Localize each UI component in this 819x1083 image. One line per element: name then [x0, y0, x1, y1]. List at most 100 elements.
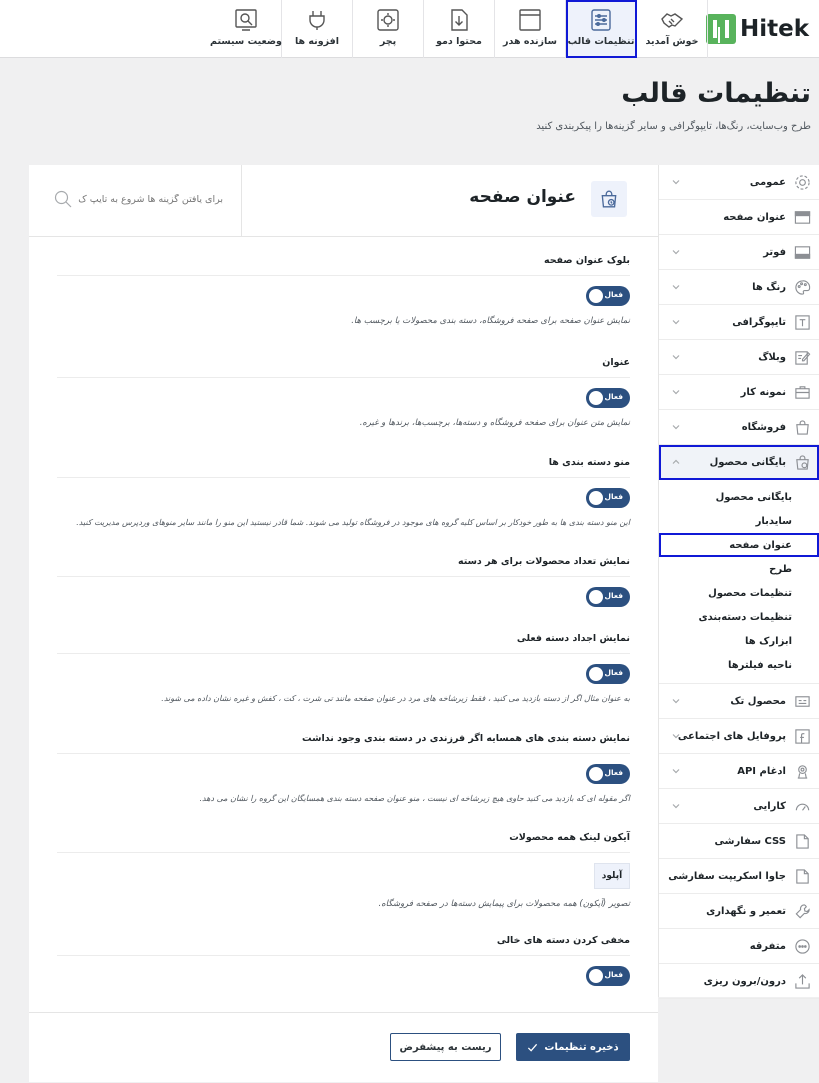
footer-icon — [794, 245, 811, 259]
chevron-down-icon — [672, 390, 680, 395]
sidebar-item-social-profiles[interactable]: پروفایل های اجتماعی — [659, 719, 819, 754]
toggle-switch[interactable]: فعال — [586, 764, 630, 784]
field-label: نمایش تعداد محصولات برای هر دسته — [457, 556, 630, 567]
subitem-page-title[interactable]: عنوان صفحه — [659, 533, 819, 557]
sidebar-item-blog[interactable]: وبلاگ — [659, 340, 819, 375]
subitem-product-settings[interactable]: تنظیمات محصول — [659, 581, 819, 605]
sidebar-item-colors[interactable]: رنگ ها — [659, 270, 819, 305]
divider — [57, 576, 630, 577]
tab-patcher[interactable]: پچر — [353, 0, 424, 58]
subitem-category-settings[interactable]: تنظیمات دسته‌بندی — [659, 605, 819, 629]
field-description: نمایش عنوان صفحه برای صفحه فروشگاه، دسته… — [351, 316, 630, 326]
field-label: آیکون لینک همه محصولات — [509, 832, 630, 843]
toggle-switch[interactable]: فعال — [586, 966, 630, 986]
sidebar-item-label: متفرقه — [749, 940, 786, 952]
tab-label: محتوا دمو — [436, 36, 482, 47]
sidebar-item-portfolio[interactable]: نمونه کار — [659, 375, 819, 410]
divider — [57, 955, 630, 956]
sidebar-item-label: عنوان صفحه — [723, 211, 786, 223]
tab-system-status[interactable]: وضعیت سیستم — [210, 0, 282, 58]
chevron-down-icon — [672, 699, 680, 704]
toggle-switch[interactable]: فعال — [586, 286, 630, 306]
js-file-icon — [796, 868, 809, 884]
toggle-switch[interactable]: فعال — [586, 488, 630, 508]
toggle-knob — [589, 391, 603, 405]
tab-plugins[interactable]: افزونه ها — [282, 0, 353, 58]
sidebar-item-product-archive[interactable]: بایگانی محصول — [659, 445, 819, 480]
subitem-product-archive[interactable]: بایگانی محصول — [659, 485, 819, 509]
logo[interactable]: Hitek — [705, 12, 809, 46]
monitor-search-icon — [235, 9, 257, 31]
tab-demo-content[interactable]: محتوا دمو — [424, 0, 495, 58]
bag-clock-icon — [796, 454, 809, 470]
toggle-knob — [589, 590, 603, 604]
sidebar-item-label: ادغام API — [737, 765, 786, 777]
tab-welcome[interactable]: خوش آمدید — [637, 0, 708, 58]
sidebar-item-label: CSS سفارشی — [714, 835, 786, 847]
page-header-icon — [794, 210, 811, 224]
sidebar-item-label: پروفایل های اجتماعی — [677, 730, 786, 742]
reset-button[interactable]: ریست به پیشفرض — [390, 1033, 501, 1061]
divider — [57, 275, 630, 276]
sidebar-item-label: رنگ ها — [752, 281, 786, 293]
sidebar-item-typography[interactable]: تایپوگرافی — [659, 305, 819, 340]
sidebar-item-footer[interactable]: فوتر — [659, 235, 819, 270]
sidebar-item-performance[interactable]: کارایی — [659, 789, 819, 824]
sidebar-item-shop[interactable]: فروشگاه — [659, 410, 819, 445]
sidebar-item-single-product[interactable]: محصول تک — [659, 684, 819, 719]
field-description: اگر مقوله ای که بازدید می کنید حاوی هیچ … — [199, 794, 630, 803]
toggle-text: فعال — [604, 492, 623, 501]
field-title: عنوان فعال نمایش متن عنوان برای صفحه فرو… — [57, 357, 630, 428]
sidebar-item-custom-css[interactable]: CSS سفارشی — [659, 824, 819, 859]
toggle-switch[interactable]: فعال — [586, 587, 630, 607]
tab-label: افزونه ها — [294, 36, 340, 47]
field-description: تصویر (آیکون) همه محصولات برای پیمایش دس… — [378, 899, 630, 909]
sidebar-item-label: محصول تک — [730, 695, 786, 707]
sidebar-item-label: بایگانی محصول — [709, 456, 786, 468]
tab-label: سازنده هدر — [503, 36, 557, 47]
sidebar-item-misc[interactable]: متفرقه — [659, 929, 819, 964]
field-description: نمایش متن عنوان برای صفحه فروشگاه و دسته… — [359, 418, 630, 428]
field-label: منو دسته بندی ها — [548, 457, 630, 468]
sidebar-item-import-export[interactable]: درون/برون ریزی — [659, 964, 819, 999]
chevron-down-icon — [672, 320, 680, 325]
tab-theme-settings[interactable]: تنظیمات قالب — [566, 0, 637, 58]
tab-header-builder[interactable]: سازنده هدر — [495, 0, 566, 58]
subitem-sidebar[interactable]: سایدبار — [659, 509, 819, 533]
sidebar-item-label: تایپوگرافی — [732, 316, 786, 328]
field-hide-empty-categories: مخفی کردن دسته های خالی فعال — [57, 935, 630, 986]
toggle-text: فعال — [604, 392, 623, 401]
field-description: این منو دسته بندی ها به طور خودکار بر اس… — [76, 518, 630, 527]
sidebar-item-label: عمومی — [749, 176, 786, 188]
options-search[interactable] — [49, 187, 229, 211]
check-icon — [528, 1043, 538, 1052]
subitem-layout[interactable]: طرح — [659, 557, 819, 581]
header-divider — [241, 165, 242, 237]
sliders-icon — [591, 9, 611, 31]
tab-label: تنظیمات قالب — [567, 36, 635, 47]
upload-button[interactable]: آپلود — [594, 863, 630, 889]
sidebar-item-general[interactable]: عمومی — [659, 165, 819, 200]
field-page-title-block: بلوک عنوان صفحه فعال نمایش عنوان صفحه بر… — [57, 255, 630, 326]
logo-mark-icon — [705, 14, 736, 44]
sidebar-item-page-title[interactable]: عنوان صفحه — [659, 200, 819, 235]
sidebar-item-label: فروشگاه — [741, 421, 786, 433]
search-input[interactable] — [73, 193, 223, 205]
toggle-switch[interactable]: فعال — [586, 388, 630, 408]
bag-clock-icon — [591, 181, 627, 217]
toggle-switch[interactable]: فعال — [586, 664, 630, 684]
toggle-text: فعال — [604, 668, 623, 677]
sidebar-item-maintenance[interactable]: تعمیر و نگهداری — [659, 894, 819, 929]
toggle-knob — [589, 289, 603, 303]
field-label: نمایش دسته بندی های همسایه اگر فرزندی در… — [302, 733, 630, 744]
upload-icon — [795, 973, 810, 989]
save-button[interactable]: ذخیره تنظیمات — [516, 1033, 630, 1061]
toggle-text: فعال — [604, 591, 623, 600]
handshake-icon — [661, 13, 684, 28]
subitem-filters-area[interactable]: ناحیه فیلترها — [659, 653, 819, 677]
sidebar-item-api[interactable]: ادغام API — [659, 754, 819, 789]
sidebar-item-custom-js[interactable]: جاوا اسکریپت سفارشی — [659, 859, 819, 894]
field-products-count: نمایش تعداد محصولات برای هر دسته فعال — [57, 556, 630, 607]
subitem-widgets[interactable]: ابزارک ها — [659, 629, 819, 653]
sidebar-item-label: تعمیر و نگهداری — [706, 905, 786, 917]
